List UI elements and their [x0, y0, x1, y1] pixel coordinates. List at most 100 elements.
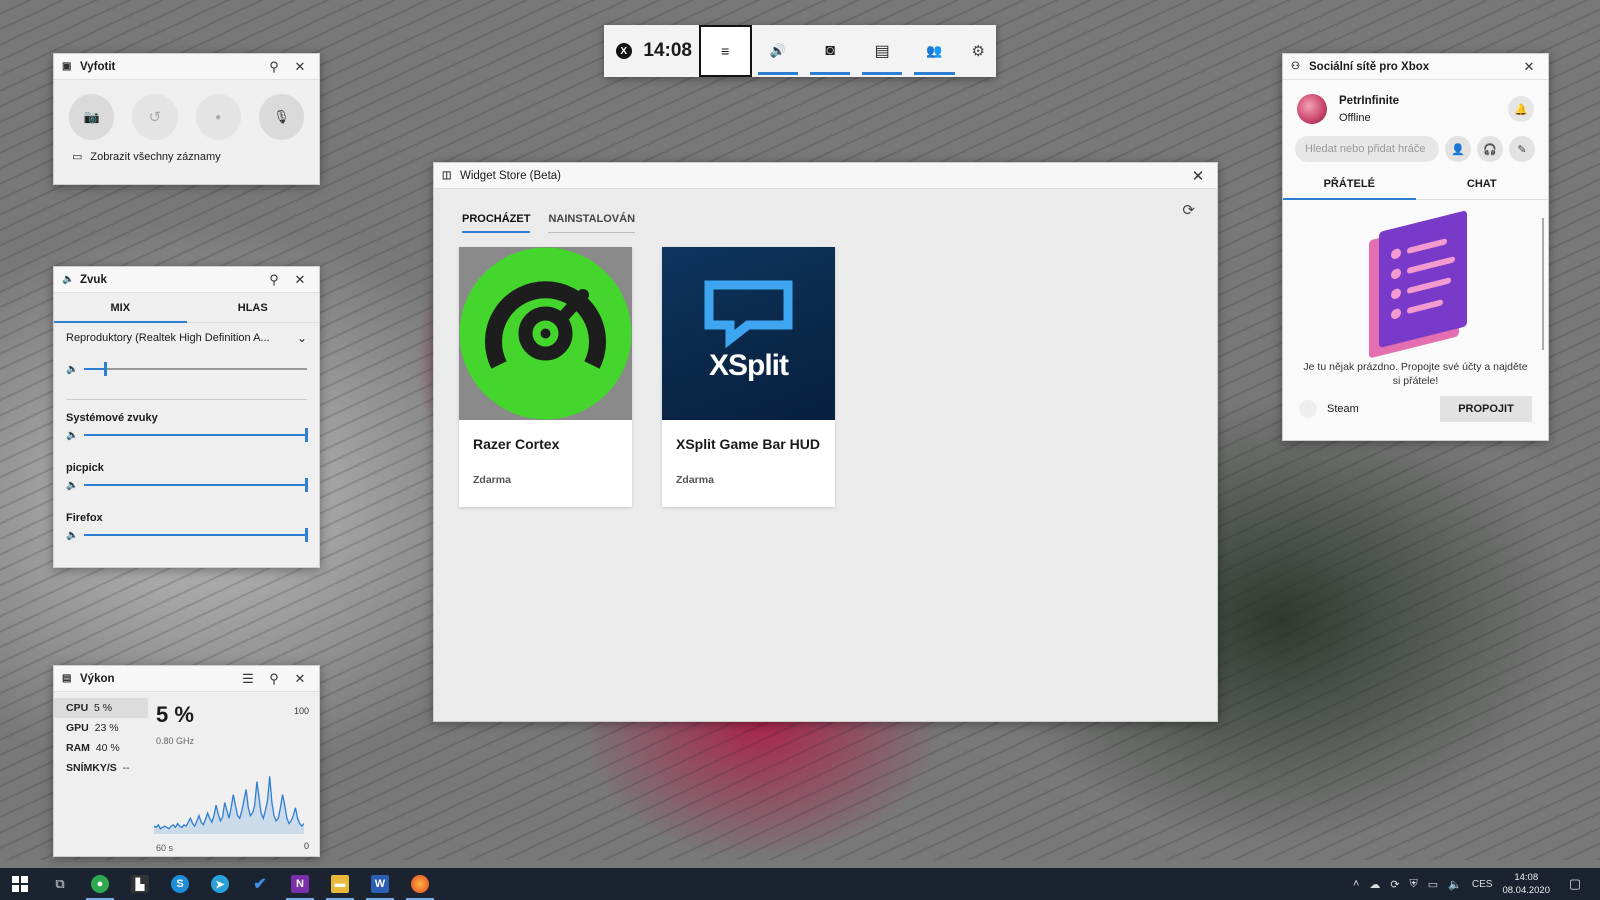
xsplit-logo-text: XSplit [708, 349, 789, 382]
tab-browse[interactable]: PROCHÁZET [462, 213, 531, 233]
taskbar-app-word[interactable]: W [360, 868, 400, 900]
system-tray: ˄ ☁ ⟳ ⛨ ▭ 🔈 CES 14:08 08.04.2020 ▢ [1353, 871, 1600, 897]
slider-thumb[interactable] [305, 478, 308, 492]
notification-icon[interactable]: ▢ [1560, 876, 1590, 892]
todo-icon: ✔ [253, 876, 267, 893]
taskbar-app-telegram[interactable]: ➤ [200, 868, 240, 900]
widget-card-title: XSplit Game Bar HUD [676, 436, 820, 452]
social-widget-header[interactable]: ⚇ Sociální sítě pro Xbox ✕ [1283, 54, 1548, 80]
settings-button[interactable]: ⚙ [961, 25, 996, 77]
empty-friends-illustration [1283, 200, 1548, 360]
avatar[interactable] [1297, 94, 1327, 124]
app-volume-slider[interactable] [84, 478, 308, 492]
empty-friends-message: Je tu nějak prázdno. Propojte své účty a… [1303, 361, 1528, 387]
tab-voice[interactable]: HLAS [187, 293, 320, 322]
taskbar-clock[interactable]: 14:08 08.04.2020 [1502, 871, 1550, 897]
tab-friends[interactable]: PŘÁTELÉ [1283, 168, 1416, 200]
telegram-icon: ➤ [211, 875, 229, 893]
tab-mix[interactable]: MIX [54, 293, 187, 323]
chevron-up-icon[interactable]: ˄ [1353, 878, 1359, 890]
taskbar-app-firefox[interactable] [400, 868, 440, 900]
speaker-icon: 🔈 [62, 274, 75, 285]
perf-metric-gpu[interactable]: GPU 23 % [54, 718, 148, 738]
audio-widget-header[interactable]: 🔈 Zvuk ⚲ ✕ [54, 267, 319, 293]
pin-icon[interactable]: ⚲ [261, 56, 287, 78]
start-button[interactable] [0, 868, 40, 900]
volume-icon[interactable]: 🔈 [1448, 878, 1462, 891]
compose-icon[interactable]: ✎ [1509, 136, 1535, 162]
cpu-usage-graph [154, 776, 304, 834]
slider-thumb[interactable] [104, 362, 108, 376]
profile-name: PetrInfinite [1339, 94, 1400, 107]
performance-widget-header[interactable]: ▤ Výkon ☰ ⚲ ✕ [54, 666, 319, 692]
pin-icon[interactable]: ⚲ [261, 269, 287, 291]
steam-label: Steam [1327, 403, 1359, 415]
capture-widget-header[interactable]: ▣ Vyfotit ⚲ ✕ [54, 54, 319, 80]
scrollbar[interactable] [1542, 218, 1544, 350]
widget-menu-button[interactable]: ≡ [698, 25, 752, 77]
widget-card-razer-cortex[interactable]: Razer Cortex Zdarma [459, 247, 632, 507]
connect-steam-button[interactable]: PROPOJIT [1440, 396, 1532, 422]
search-input[interactable] [1295, 136, 1439, 162]
taskbar-app-todo[interactable]: ✔ [240, 868, 280, 900]
perf-metric-cpu[interactable]: CPU 5 % [54, 698, 148, 718]
performance-icon: ▤ [874, 43, 890, 60]
slider-thumb[interactable] [305, 428, 308, 442]
pin-icon[interactable]: ⚲ [261, 668, 287, 690]
perf-metric-ram[interactable]: RAM 40 % [54, 738, 148, 758]
close-icon[interactable]: ✕ [1516, 56, 1542, 78]
close-icon[interactable]: ✕ [287, 668, 313, 690]
perf-metric-label: GPU [66, 722, 89, 734]
taskbar-app-explorer[interactable]: ▬ [320, 868, 360, 900]
security-icon[interactable]: ⛨ [1410, 878, 1418, 891]
social-widget-button[interactable]: 👥 [908, 25, 960, 77]
headset-icon[interactable]: 🎧 [1477, 136, 1503, 162]
record-last-button[interactable]: ↺ [132, 94, 178, 140]
close-icon[interactable]: ✕ [287, 56, 313, 78]
capture-widget-button[interactable]: ◙ [804, 25, 856, 77]
windows-icon [12, 876, 28, 892]
slider-thumb[interactable] [305, 528, 308, 542]
task-view-button[interactable]: ⧉ [40, 868, 80, 900]
master-volume-slider[interactable] [84, 362, 307, 376]
widget-store-header[interactable]: ◫ Widget Store (Beta) ✕ [434, 163, 1217, 189]
start-recording-button[interactable]: ● [195, 94, 241, 140]
app-volume-slider[interactable] [84, 528, 308, 542]
audio-app-name: Systémové zvuky [66, 412, 158, 424]
friends-icon: ⚇ [1291, 61, 1300, 72]
bell-icon[interactable]: 🔔 [1508, 96, 1534, 122]
speaker-icon: 🔈 [66, 429, 79, 441]
taskbar-app-gamebar[interactable]: ● [80, 868, 120, 900]
capture-widget-title: Vyfotit [80, 60, 116, 73]
performance-widget-button[interactable]: ▤ [856, 25, 908, 77]
taskbar-app-onenote[interactable]: N [280, 868, 320, 900]
add-friend-icon[interactable]: 👤 [1445, 136, 1471, 162]
onedrive-icon[interactable]: ☁ [1369, 878, 1380, 891]
xbox-button[interactable]: X [604, 25, 643, 77]
network-icon[interactable]: ▭ [1428, 878, 1438, 891]
perf-metric-snmkys[interactable]: SNÍMKY/S -- [54, 758, 148, 778]
audio-widget-button[interactable]: 🔊 [752, 25, 804, 77]
widget-store-window: ◫ Widget Store (Beta) ✕ PROCHÁZET NAINST… [433, 162, 1218, 722]
close-icon[interactable]: ✕ [1185, 165, 1211, 187]
tab-chat[interactable]: CHAT [1416, 168, 1549, 199]
show-all-captures-link[interactable]: ▭ Zobrazit všechny záznamy [54, 150, 319, 164]
taskbar-app-notes[interactable]: ▙ [120, 868, 160, 900]
sync-icon[interactable]: ⟳ [1390, 878, 1399, 891]
close-icon[interactable]: ✕ [287, 269, 313, 291]
refresh-icon[interactable]: ⟳ [1182, 201, 1195, 219]
output-device-select[interactable]: Reproduktory (Realtek High Definition A.… [54, 323, 319, 353]
app-volume-slider[interactable] [84, 428, 308, 442]
audio-app-name: picpick [66, 462, 104, 474]
screenshot-button[interactable]: 📷 [69, 94, 115, 140]
widget-card-xsplit[interactable]: XSplit XSplit Game Bar HUD Zdarma [662, 247, 835, 507]
gallery-icon: ▭ [72, 151, 83, 163]
language-indicator[interactable]: CES [1472, 879, 1493, 890]
profile-status[interactable]: Offline [1339, 112, 1399, 124]
taskbar-app-skype[interactable]: S [160, 868, 200, 900]
record-last-icon: ↺ [148, 109, 162, 126]
game-bar-time: 14:08 [643, 40, 692, 61]
options-icon[interactable]: ☰ [235, 668, 261, 690]
tab-installed[interactable]: NAINSTALOVÁN [548, 213, 635, 233]
mic-toggle-button[interactable]: 🎙 [258, 94, 304, 140]
